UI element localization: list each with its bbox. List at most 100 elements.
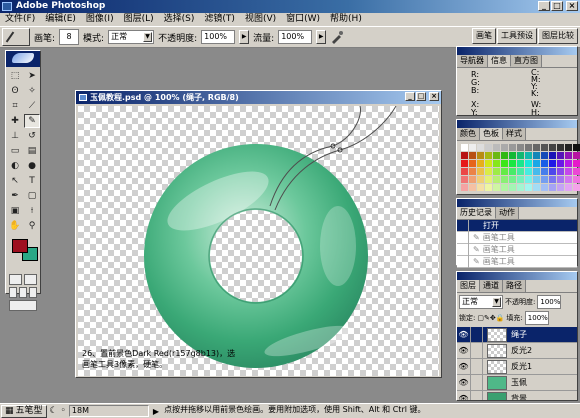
play-icon[interactable]: ▶ — [153, 407, 159, 416]
color-swatch[interactable] — [517, 168, 524, 175]
color-swatch[interactable] — [573, 176, 580, 183]
color-swatch[interactable] — [557, 160, 564, 167]
color-swatch[interactable] — [493, 152, 500, 159]
color-swatch[interactable] — [541, 152, 548, 159]
color-swatch[interactable] — [541, 176, 548, 183]
color-swatch[interactable] — [509, 176, 516, 183]
layer-opacity-input[interactable]: 100% — [537, 295, 562, 309]
image-canvas[interactable]: 26、置前景色Dark Red(r157g8b13)，选 画笔工具3像素，硬笔。 — [78, 106, 439, 376]
history-snapshot-checkbox[interactable] — [457, 219, 469, 232]
color-swatch[interactable] — [469, 152, 476, 159]
tool-preset-picker[interactable] — [2, 28, 30, 46]
color-swatch[interactable] — [557, 184, 564, 191]
quick-mask-button[interactable] — [24, 274, 37, 285]
eyedropper-tool-icon[interactable]: ⟊ — [24, 204, 40, 218]
brush-size-picker[interactable]: 8 — [59, 29, 80, 45]
history-snapshot-checkbox[interactable] — [457, 231, 469, 244]
color-swatch[interactable] — [549, 160, 556, 167]
color-swatch[interactable] — [549, 184, 556, 191]
swatch-grid[interactable] — [457, 141, 580, 194]
tab-layers[interactable]: 图层 — [457, 280, 480, 292]
color-swatch[interactable] — [517, 176, 524, 183]
color-swatch[interactable] — [517, 160, 524, 167]
menu-select[interactable]: 选择(S) — [159, 13, 200, 26]
color-swatch[interactable] — [477, 144, 484, 151]
crop-tool-icon[interactable]: ⌗ — [7, 99, 23, 113]
standard-mode-button[interactable] — [9, 274, 22, 285]
color-swatch[interactable] — [501, 184, 508, 191]
color-swatch[interactable] — [509, 152, 516, 159]
color-swatch[interactable] — [565, 184, 572, 191]
color-swatch[interactable] — [501, 160, 508, 167]
color-swatch[interactable] — [469, 160, 476, 167]
color-swatch[interactable] — [565, 160, 572, 167]
layer-row[interactable]: 👁 反光1 — [457, 358, 577, 375]
color-swatch[interactable] — [501, 168, 508, 175]
color-swatch[interactable] — [509, 144, 516, 151]
layer-fill-input[interactable]: 100% — [524, 311, 549, 325]
color-swatch[interactable] — [493, 160, 500, 167]
color-swatch[interactable] — [525, 152, 532, 159]
doc-close-button[interactable]: × — [429, 92, 439, 101]
color-swatch[interactable] — [469, 168, 476, 175]
color-swatch[interactable] — [485, 168, 492, 175]
color-swatch[interactable] — [461, 160, 468, 167]
color-swatch[interactable] — [461, 184, 468, 191]
opacity-arrow-button[interactable]: ▶ — [239, 30, 250, 44]
eye-icon[interactable]: 👁 — [457, 342, 471, 359]
color-swatch[interactable] — [517, 152, 524, 159]
color-swatch[interactable] — [533, 152, 540, 159]
color-swatch[interactable] — [485, 176, 492, 183]
layer-row[interactable]: 👁 玉佩 — [457, 374, 577, 391]
brush-tool-icon[interactable]: ✎ — [24, 114, 40, 128]
punctuation-icon[interactable]: ◦ — [61, 406, 66, 416]
color-swatch[interactable] — [573, 152, 580, 159]
doc-maximize-button[interactable]: □ — [416, 92, 426, 101]
tab-history[interactable]: 历史记录 — [457, 207, 496, 219]
color-swatch[interactable] — [573, 144, 580, 151]
screen-mode-standard-button[interactable] — [9, 287, 17, 298]
tab-actions[interactable]: 动作 — [496, 207, 519, 219]
color-swatch[interactable] — [541, 184, 548, 191]
jump-to-imageready-button[interactable] — [9, 300, 37, 311]
color-swatch[interactable] — [541, 144, 548, 151]
color-swatch[interactable] — [469, 184, 476, 191]
slice-tool-icon[interactable]: ⟋ — [24, 99, 40, 113]
color-swatch[interactable] — [485, 184, 492, 191]
color-swatch[interactable] — [533, 176, 540, 183]
color-swatch[interactable] — [541, 160, 548, 167]
eraser-tool-icon[interactable]: ▭ — [7, 144, 23, 158]
tab-channels[interactable]: 通道 — [480, 280, 503, 292]
color-swatch[interactable] — [573, 160, 580, 167]
history-item[interactable]: ✎ 画笔工具 — [457, 231, 577, 244]
color-swatch[interactable] — [549, 176, 556, 183]
menu-edit[interactable]: 编辑(E) — [40, 13, 81, 26]
color-swatch[interactable] — [549, 152, 556, 159]
history-item[interactable]: 打开 — [457, 219, 577, 232]
mode-select[interactable]: 正常 ▼ — [108, 30, 155, 44]
tab-navigator[interactable]: 导航器 — [457, 55, 488, 67]
flow-arrow-button[interactable]: ▶ — [316, 30, 327, 44]
layer-row[interactable]: 👁 背景 — [457, 390, 577, 400]
path-selection-tool-icon[interactable]: ↖ — [7, 174, 23, 188]
layer-row[interactable]: 👁 反光2 — [457, 342, 577, 359]
blend-mode-select[interactable]: 正常 ▼ — [459, 295, 503, 309]
color-swatch[interactable] — [501, 144, 508, 151]
menu-filter[interactable]: 滤镜(T) — [199, 13, 240, 26]
color-swatch[interactable] — [517, 184, 524, 191]
menu-help[interactable]: 帮助(H) — [325, 13, 367, 26]
moon-icon[interactable]: ☾ — [50, 406, 58, 416]
color-swatch[interactable] — [477, 184, 484, 191]
color-swatch[interactable] — [485, 160, 492, 167]
color-swatch[interactable] — [509, 160, 516, 167]
zoom-tool-icon[interactable]: ⚲ — [24, 219, 40, 233]
dodge-tool-icon[interactable]: ● — [24, 159, 40, 173]
color-swatch[interactable] — [501, 176, 508, 183]
color-swatch[interactable] — [541, 168, 548, 175]
screen-mode-full-menu-button[interactable] — [19, 287, 27, 298]
marquee-tool-icon[interactable]: ⬚ — [7, 69, 23, 83]
opacity-input[interactable]: 100% — [201, 30, 236, 44]
document-size[interactable]: 18M — [68, 405, 149, 417]
color-swatch[interactable] — [493, 176, 500, 183]
color-swatch[interactable] — [485, 144, 492, 151]
